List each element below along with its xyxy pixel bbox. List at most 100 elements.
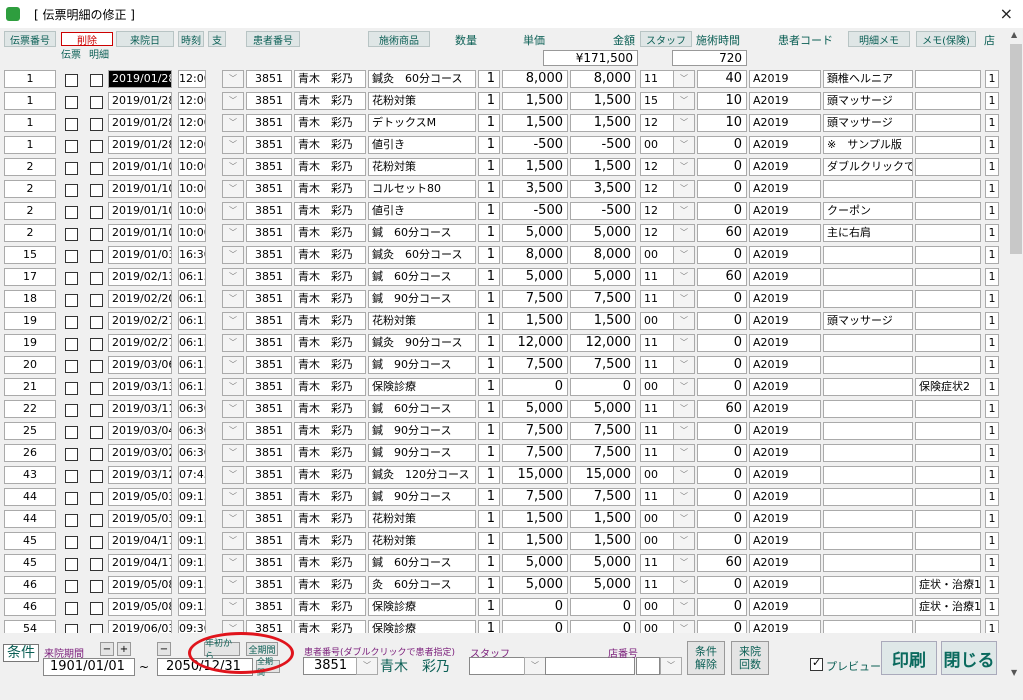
voucher-no-cell[interactable]: 17 [4, 268, 56, 286]
insurance-memo-cell[interactable]: 症状・治療1 [915, 598, 981, 616]
voucher-checkbox[interactable] [65, 118, 78, 131]
visit-date-cell[interactable]: 2019/05/03 [108, 488, 172, 506]
detail-checkbox[interactable] [90, 624, 103, 633]
voucher-checkbox[interactable] [65, 382, 78, 395]
amount-cell[interactable]: 1,500 [570, 312, 636, 330]
amount-cell[interactable]: 0 [570, 378, 636, 396]
patient-name-cell[interactable]: 青木 彩乃 [294, 70, 366, 88]
unit-price-cell[interactable]: 1,500 [502, 510, 568, 528]
detail-memo-cell[interactable] [823, 334, 913, 352]
table-row[interactable]: 192019/02/2706:15﹀3851青木 彩乃花粉対策11,5001,5… [0, 310, 1010, 332]
qty-cell[interactable]: 1 [478, 510, 500, 528]
staff-dropdown-icon[interactable]: ﹀ [673, 246, 695, 264]
insurance-memo-cell[interactable] [915, 202, 981, 220]
amount-cell[interactable]: 7,500 [570, 444, 636, 462]
patient-code-cell[interactable]: A2019 [749, 576, 821, 594]
patient-no-input[interactable]: 3851 [303, 657, 357, 675]
visit-date-cell[interactable]: 2019/03/06 [108, 356, 172, 374]
staff-cell[interactable]: 00 [640, 510, 674, 528]
treatment-item-cell[interactable]: 花粉対策 [368, 158, 476, 176]
patient-name-cell[interactable]: 青木 彩乃 [294, 356, 366, 374]
treatment-time-cell[interactable]: 0 [697, 422, 747, 440]
amount-cell[interactable]: 1,500 [570, 158, 636, 176]
voucher-no-cell[interactable]: 1 [4, 136, 56, 154]
qty-cell[interactable]: 1 [478, 576, 500, 594]
detail-checkbox[interactable] [90, 206, 103, 219]
amount-cell[interactable]: -500 [570, 202, 636, 220]
patient-code-cell[interactable]: A2019 [749, 92, 821, 110]
branch-dropdown-icon[interactable]: ﹀ [222, 378, 244, 396]
branch-dropdown-icon[interactable]: ﹀ [222, 488, 244, 506]
shop-cell[interactable]: 1 [985, 466, 999, 484]
detail-memo-cell[interactable] [823, 246, 913, 264]
sort-time-button[interactable]: 時刻 [178, 31, 204, 47]
shop-cell[interactable]: 1 [985, 70, 999, 88]
detail-memo-cell[interactable] [823, 576, 913, 594]
detail-memo-cell[interactable] [823, 510, 913, 528]
shop-dropdown-icon[interactable]: ﹀ [660, 657, 682, 675]
qty-cell[interactable]: 1 [478, 136, 500, 154]
scroll-down-icon[interactable]: ▼ [1011, 668, 1017, 677]
patient-no-cell[interactable]: 3851 [246, 400, 292, 418]
date-from-input[interactable]: 1901/01/01 [43, 658, 135, 676]
treatment-time-cell[interactable]: 0 [697, 488, 747, 506]
detail-memo-cell[interactable]: 頭マッサージ [823, 114, 913, 132]
amount-cell[interactable]: 8,000 [570, 70, 636, 88]
voucher-checkbox[interactable] [65, 360, 78, 373]
staff-cell[interactable]: 11 [640, 70, 674, 88]
patient-no-cell[interactable]: 3851 [246, 554, 292, 572]
patient-code-cell[interactable]: A2019 [749, 598, 821, 616]
branch-dropdown-icon[interactable]: ﹀ [222, 202, 244, 220]
treatment-time-cell[interactable]: 0 [697, 246, 747, 264]
from-minus-button[interactable]: − [100, 642, 114, 656]
detail-memo-cell[interactable] [823, 290, 913, 308]
patient-code-cell[interactable]: A2019 [749, 554, 821, 572]
patient-name-cell[interactable]: 青木 彩乃 [294, 378, 366, 396]
unit-price-cell[interactable]: 0 [502, 620, 568, 633]
staff-dropdown-icon[interactable]: ﹀ [673, 576, 695, 594]
visit-date-cell[interactable]: 2019/04/17 [108, 532, 172, 550]
time-cell[interactable]: 10:00 [178, 180, 206, 198]
visit-date-cell[interactable]: 2019/01/10 [108, 202, 172, 220]
amount-cell[interactable]: 3,500 [570, 180, 636, 198]
staff-cell[interactable]: 11 [640, 400, 674, 418]
insurance-memo-cell[interactable] [915, 290, 981, 308]
staff-dropdown-icon[interactable]: ﹀ [673, 356, 695, 374]
staff-dropdown-icon[interactable]: ﹀ [673, 114, 695, 132]
staff-cell[interactable]: 00 [640, 378, 674, 396]
staff-dropdown-icon[interactable]: ﹀ [673, 136, 695, 154]
voucher-no-cell[interactable]: 2 [4, 180, 56, 198]
patient-code-cell[interactable]: A2019 [749, 400, 821, 418]
table-row[interactable]: 12019/01/2812:00﹀3851青木 彩乃デトックスM11,5001,… [0, 112, 1010, 134]
patient-no-cell[interactable]: 3851 [246, 224, 292, 242]
visit-date-cell[interactable]: 2019/05/08 [108, 598, 172, 616]
detail-checkbox[interactable] [90, 360, 103, 373]
visit-date-cell[interactable]: 2019/01/10 [108, 224, 172, 242]
amount-cell[interactable]: 0 [570, 598, 636, 616]
patient-code-cell[interactable]: A2019 [749, 114, 821, 132]
shop-cell[interactable]: 1 [985, 246, 999, 264]
detail-checkbox[interactable] [90, 118, 103, 131]
detail-memo-cell[interactable]: 頭マッサージ [823, 92, 913, 110]
treatment-time-cell[interactable]: 60 [697, 554, 747, 572]
insurance-memo-cell[interactable] [915, 356, 981, 374]
shop-cell[interactable]: 1 [985, 136, 999, 154]
treatment-time-cell[interactable]: 0 [697, 576, 747, 594]
time-cell[interactable]: 09:15 [178, 598, 206, 616]
staff-cell[interactable]: 11 [640, 576, 674, 594]
voucher-no-cell[interactable]: 1 [4, 92, 56, 110]
branch-dropdown-icon[interactable]: ﹀ [222, 598, 244, 616]
treatment-item-cell[interactable]: 値引き [368, 202, 476, 220]
treatment-time-cell[interactable]: 0 [697, 598, 747, 616]
voucher-no-cell[interactable]: 43 [4, 466, 56, 484]
shop-cell[interactable]: 1 [985, 444, 999, 462]
patient-no-cell[interactable]: 3851 [246, 334, 292, 352]
qty-cell[interactable]: 1 [478, 180, 500, 198]
insurance-memo-cell[interactable] [915, 334, 981, 352]
staff-dropdown-icon[interactable]: ﹀ [673, 268, 695, 286]
staff-cell[interactable]: 12 [640, 158, 674, 176]
shop-cell[interactable]: 1 [985, 290, 999, 308]
detail-checkbox[interactable] [90, 558, 103, 571]
patient-no-cell[interactable]: 3851 [246, 136, 292, 154]
amount-cell[interactable]: 8,000 [570, 246, 636, 264]
